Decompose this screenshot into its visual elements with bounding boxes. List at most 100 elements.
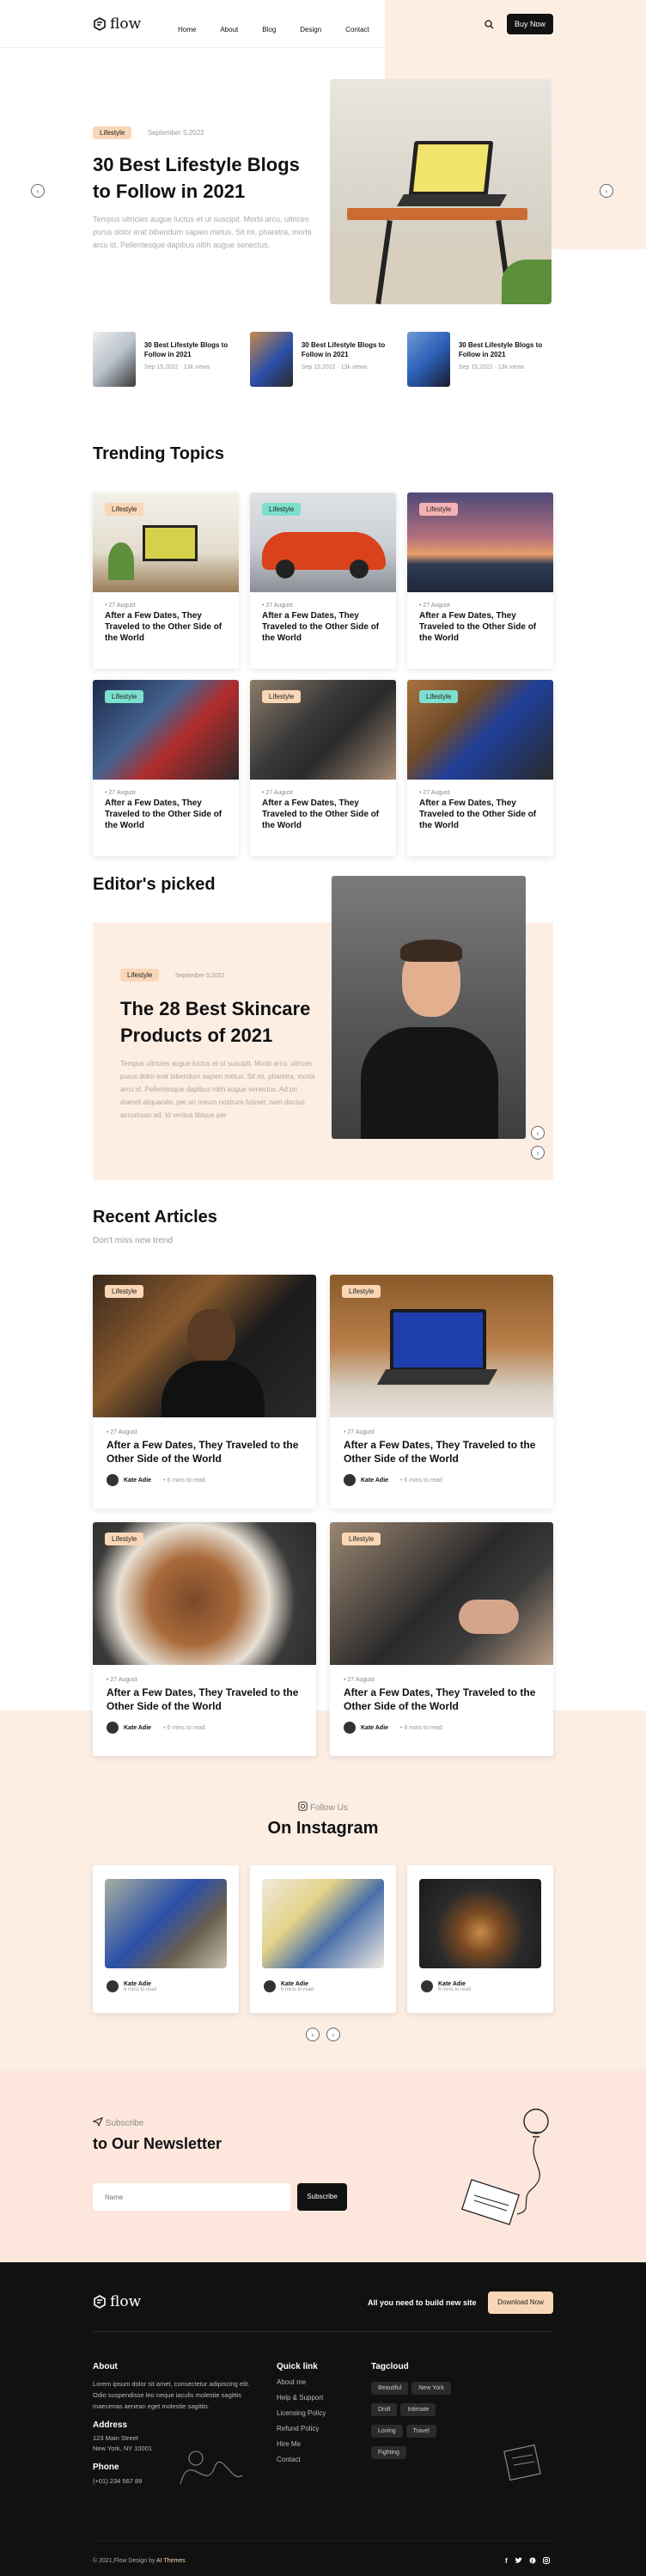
instagram-card[interactable]: Kate Adie 6 mins to read xyxy=(407,1865,553,2013)
nav-about[interactable]: About xyxy=(220,26,238,34)
tag-fighting[interactable]: Fighting xyxy=(371,2446,406,2459)
tag-travel[interactable]: Travel xyxy=(405,2425,436,2438)
mini-post-1[interactable]: 30 Best Lifestyle Blogs to Follow in 202… xyxy=(93,332,247,389)
quick-link-hire-me[interactable]: Hire Me xyxy=(277,2440,380,2448)
newsletter-label: Subscribe xyxy=(92,2116,143,2128)
avatar xyxy=(421,1980,433,1992)
card-image: Lifestyle xyxy=(407,680,553,780)
nav-contact[interactable]: Contact xyxy=(345,26,369,34)
footer-logo[interactable]: flow xyxy=(93,2293,141,2310)
trending-card[interactable]: Lifestyle • 27 August After a Few Dates,… xyxy=(250,680,396,856)
card-date: 27 August xyxy=(108,603,136,609)
facebook-icon[interactable]: f xyxy=(505,2557,508,2565)
author-name[interactable]: Kate Adie xyxy=(361,1725,388,1731)
instagram-card[interactable]: Kate Adie 6 mins to read xyxy=(250,1865,396,2013)
mini-date: Sep 15,2022 xyxy=(143,364,179,370)
editor-headline[interactable]: The 28 Best Skincare Products of 2021 xyxy=(120,995,320,1049)
logo[interactable]: flow xyxy=(93,15,141,33)
author-name[interactable]: Kate Adie xyxy=(361,1478,388,1484)
quick-link-contact[interactable]: Contact xyxy=(277,2456,380,2463)
instagram-prev-button[interactable]: ‹ xyxy=(306,2028,320,2041)
editor-image[interactable] xyxy=(332,876,526,1139)
tag-loving[interactable]: Loving xyxy=(371,2425,403,2438)
subscribe-button[interactable]: Subscribe xyxy=(297,2183,347,2211)
card-date: 27 August xyxy=(110,1429,137,1435)
instagram-title: On Instagram xyxy=(267,1819,379,1838)
card-date: 27 August xyxy=(108,790,136,796)
newsletter-name-input[interactable] xyxy=(93,2183,290,2211)
card-date: 27 August xyxy=(423,603,450,609)
logo-icon xyxy=(94,17,106,31)
editor-next-button[interactable]: › xyxy=(531,1146,545,1160)
card-tag[interactable]: Lifestyle xyxy=(105,503,144,516)
card-tag[interactable]: Lifestyle xyxy=(105,1533,144,1545)
card-image: Lifestyle xyxy=(93,493,239,592)
recent-card[interactable]: Lifestyle • 27 August After a Few Dates,… xyxy=(93,1275,316,1508)
hero-date: September 5,2022 xyxy=(147,129,204,137)
instagram-card[interactable]: Kate Adie 6 mins to read xyxy=(93,1865,239,2013)
card-date: 27 August xyxy=(265,603,293,609)
recent-card[interactable]: Lifestyle • 27 August After a Few Dates,… xyxy=(93,1522,316,1756)
tag-droll[interactable]: Droll xyxy=(371,2403,398,2416)
card-title: After a Few Dates, They Traveled to the … xyxy=(107,1439,299,1465)
card-image xyxy=(105,1879,227,1968)
recent-title: Recent Articles xyxy=(93,1208,217,1227)
quick-link-heading: Quick link xyxy=(277,2362,318,2371)
hero-next-button[interactable]: › xyxy=(600,184,613,198)
nav-design[interactable]: Design xyxy=(300,26,321,34)
recent-card[interactable]: Lifestyle • 27 August After a Few Dates,… xyxy=(330,1275,553,1508)
instagram-follow[interactable]: Follow Us xyxy=(0,1802,646,1813)
avatar xyxy=(107,1980,119,1992)
nav-blog[interactable]: Blog xyxy=(262,26,276,34)
editor-tag[interactable]: Lifestyle xyxy=(120,969,160,982)
quick-link-refund-policy[interactable]: Refund Policy xyxy=(277,2425,380,2432)
twitter-icon[interactable] xyxy=(515,2557,522,2564)
trending-card[interactable]: Lifestyle • 27 August After a Few Dates,… xyxy=(407,680,553,856)
author-name[interactable]: Kate Adie xyxy=(438,1981,466,1987)
card-tag[interactable]: Lifestyle xyxy=(342,1285,381,1298)
search-icon[interactable] xyxy=(484,20,494,29)
mini-title: 30 Best Lifestyle Blogs to Follow in 202… xyxy=(301,341,386,358)
hero-image[interactable] xyxy=(330,79,552,304)
download-now-button[interactable]: Download Now xyxy=(488,2291,553,2314)
author-name[interactable]: Kate Adie xyxy=(281,1981,308,1987)
mini-views: 13k views xyxy=(340,364,368,370)
tag-new-york[interactable]: New York xyxy=(411,2382,451,2395)
trending-card[interactable]: Lifestyle • 27 August After a Few Dates,… xyxy=(93,680,239,856)
instagram-social-icon[interactable] xyxy=(542,2557,550,2564)
avatar xyxy=(344,1722,356,1734)
card-title: After a Few Dates, They Traveled to the … xyxy=(262,798,380,830)
footer-doodle-left xyxy=(180,2451,243,2485)
buy-now-button[interactable]: Buy Now xyxy=(507,14,553,34)
card-tag[interactable]: Lifestyle xyxy=(262,503,302,516)
card-tag[interactable]: Lifestyle xyxy=(262,690,302,703)
trending-card[interactable]: Lifestyle • 27 August After a Few Dates,… xyxy=(93,493,239,669)
author-name[interactable]: Kate Adie xyxy=(124,1725,151,1731)
quick-link-about-me[interactable]: About me xyxy=(277,2378,380,2386)
tag-intimate[interactable]: Intimate xyxy=(400,2403,436,2416)
card-tag[interactable]: Lifestyle xyxy=(342,1533,381,1545)
quick-link-licensing-policy[interactable]: Licensing Policy xyxy=(277,2409,380,2417)
copyright-brand-link[interactable]: AI Themes xyxy=(156,2558,186,2564)
mini-post-3[interactable]: 30 Best Lifestyle Blogs to Follow in 202… xyxy=(407,332,562,389)
nav-home[interactable]: Home xyxy=(178,26,196,34)
hero-title[interactable]: 30 Best Lifestyle Blogs to Follow in 202… xyxy=(93,151,316,205)
card-tag[interactable]: Lifestyle xyxy=(419,690,459,703)
author-name[interactable]: Kate Adie xyxy=(124,1981,151,1987)
tag-beautiful[interactable]: Beautiful xyxy=(371,2382,409,2395)
instagram-next-button[interactable]: › xyxy=(326,2028,340,2041)
card-date: 27 August xyxy=(265,790,293,796)
mini-post-2[interactable]: 30 Best Lifestyle Blogs to Follow in 202… xyxy=(250,332,405,389)
hero-prev-button[interactable]: ‹ xyxy=(31,184,45,198)
pinterest-icon[interactable] xyxy=(529,2557,536,2564)
trending-card[interactable]: Lifestyle • 27 August After a Few Dates,… xyxy=(407,493,553,669)
author-name[interactable]: Kate Adie xyxy=(124,1478,151,1484)
editor-prev-button[interactable]: ‹ xyxy=(531,1126,545,1140)
card-tag[interactable]: Lifestyle xyxy=(105,1285,144,1298)
recent-card[interactable]: Lifestyle • 27 August After a Few Dates,… xyxy=(330,1522,553,1756)
card-tag[interactable]: Lifestyle xyxy=(105,690,144,703)
card-tag[interactable]: Lifestyle xyxy=(419,503,459,516)
hero-tag[interactable]: Lifestyle xyxy=(93,126,132,139)
trending-card[interactable]: Lifestyle • 27 August After a Few Dates,… xyxy=(250,493,396,669)
quick-link-help-support[interactable]: Help & Support xyxy=(277,2394,380,2402)
